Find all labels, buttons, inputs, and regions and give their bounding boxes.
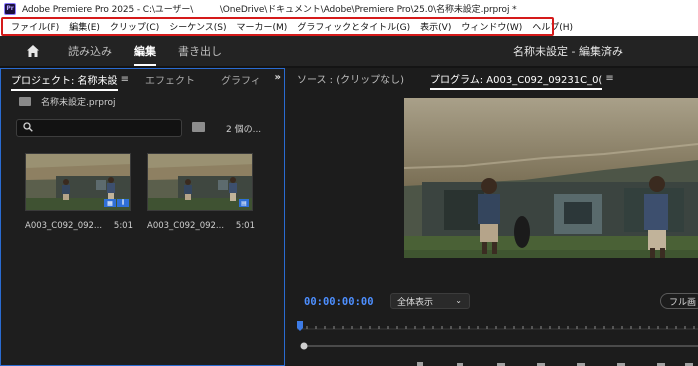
program-menu-icon[interactable]: ≡ (605, 73, 613, 84)
item-count: 2 個の... (226, 125, 262, 135)
menu-clip[interactable]: クリップ(C) (105, 20, 164, 33)
menu-window[interactable]: ウィンドウ(W) (456, 20, 527, 33)
bin-folder-icon[interactable] (192, 122, 205, 132)
home-icon[interactable] (26, 44, 40, 58)
clip-thumbnail-2[interactable]: ▤ A003_C092_092... 5:01 (147, 153, 255, 231)
premiere-app-icon: Pr (4, 2, 16, 15)
tab-source-monitor[interactable]: ソース : (クリップなし) (297, 71, 404, 86)
menu-bar: ファイル(F) 編集(E) クリップ(C) シーケンス(S) マーカー(M) グ… (0, 17, 698, 36)
search-icon (23, 122, 33, 132)
search-input[interactable] (16, 119, 182, 137)
chevron-down-icon: ⌄ (455, 296, 462, 305)
tab-program-monitor[interactable]: プログラム: A003_C092_09231C_0( (430, 71, 603, 90)
clip-name-2: A003_C092_092... (147, 221, 225, 231)
project-panel-tabs: プロジェクト: 名称未設 ≡ エフェクト グラフィ » (1, 69, 284, 91)
resolution-value: フル画 (669, 297, 697, 308)
tab-graphics[interactable]: グラフィ (221, 72, 261, 87)
project-status-title: 名称未設定 - 編集済み (513, 45, 623, 58)
window-title: Adobe Premiere Pro 2025 - C:\ユーザー\ \OneD… (22, 5, 517, 15)
tab-effects[interactable]: エフェクト (145, 72, 195, 87)
menu-edit[interactable]: 編集(E) (64, 20, 105, 33)
program-video-frame[interactable] (404, 98, 698, 350)
time-ruler[interactable] (297, 319, 698, 331)
menu-markers[interactable]: マーカー(M) (232, 20, 293, 33)
clip-duration-1: 5:01 (113, 221, 133, 231)
playhead-scrubber[interactable] (300, 341, 698, 351)
clip-name-1: A003_C092_092... (25, 221, 103, 231)
workspace-bar: 読み込み 編集 書き出し 名称未設定 - 編集済み (0, 36, 698, 66)
clip-duration-2: 5:01 (235, 221, 255, 231)
sequence-badge-icon: ▤ (239, 199, 249, 207)
monitor-panel: ソース : (クリップなし) プログラム: A003_C092_09231C_0… (287, 68, 698, 366)
menu-view[interactable]: 表示(V) (415, 20, 456, 33)
panel-menu-icon[interactable]: ≡ (121, 74, 129, 85)
program-timecode[interactable]: 00:00:00:00 (304, 296, 374, 308)
tab-project[interactable]: プロジェクト: 名称未設 (11, 72, 118, 91)
menu-help[interactable]: ヘルプ(H) (527, 20, 578, 33)
project-folder-icon (19, 97, 31, 106)
monitor-tabs: ソース : (クリップなし) プログラム: A003_C092_09231C_0… (287, 68, 698, 90)
menu-sequence[interactable]: シーケンス(S) (164, 20, 231, 33)
resolution-select[interactable]: フル画 (660, 293, 698, 309)
menu-file[interactable]: ファイル(F) (6, 20, 64, 33)
menu-graphics-titles[interactable]: グラフィックとタイトル(G) (292, 20, 415, 33)
tab-edit[interactable]: 編集 (134, 43, 156, 66)
panel-overflow-icon[interactable]: » (275, 72, 281, 83)
tab-export[interactable]: 書き出し (178, 43, 222, 59)
video-badge-icon: ▦ (104, 199, 116, 207)
clip-preview-1[interactable]: ▦ ⫼ (25, 153, 131, 211)
transport-controls[interactable] (417, 358, 697, 366)
zoom-level-select[interactable]: 全体表示 ⌄ (390, 293, 470, 309)
window-titlebar: Pr Adobe Premiere Pro 2025 - C:\ユーザー\ \O… (0, 0, 698, 17)
project-file-row: 名称未設定.prproj (19, 95, 116, 108)
clip-preview-2[interactable]: ▤ (147, 153, 253, 211)
tab-import[interactable]: 読み込み (68, 43, 112, 59)
clip-thumbnail-1[interactable]: ▦ ⫼ A003_C092_092... 5:01 (25, 153, 133, 231)
zoom-level-value: 全体表示 (397, 297, 434, 308)
audio-badge-icon: ⫼ (117, 199, 129, 207)
project-panel: プロジェクト: 名称未設 ≡ エフェクト グラフィ » 名称未設定.prproj… (0, 68, 285, 366)
project-file-name: 名称未設定.prproj (41, 98, 116, 108)
